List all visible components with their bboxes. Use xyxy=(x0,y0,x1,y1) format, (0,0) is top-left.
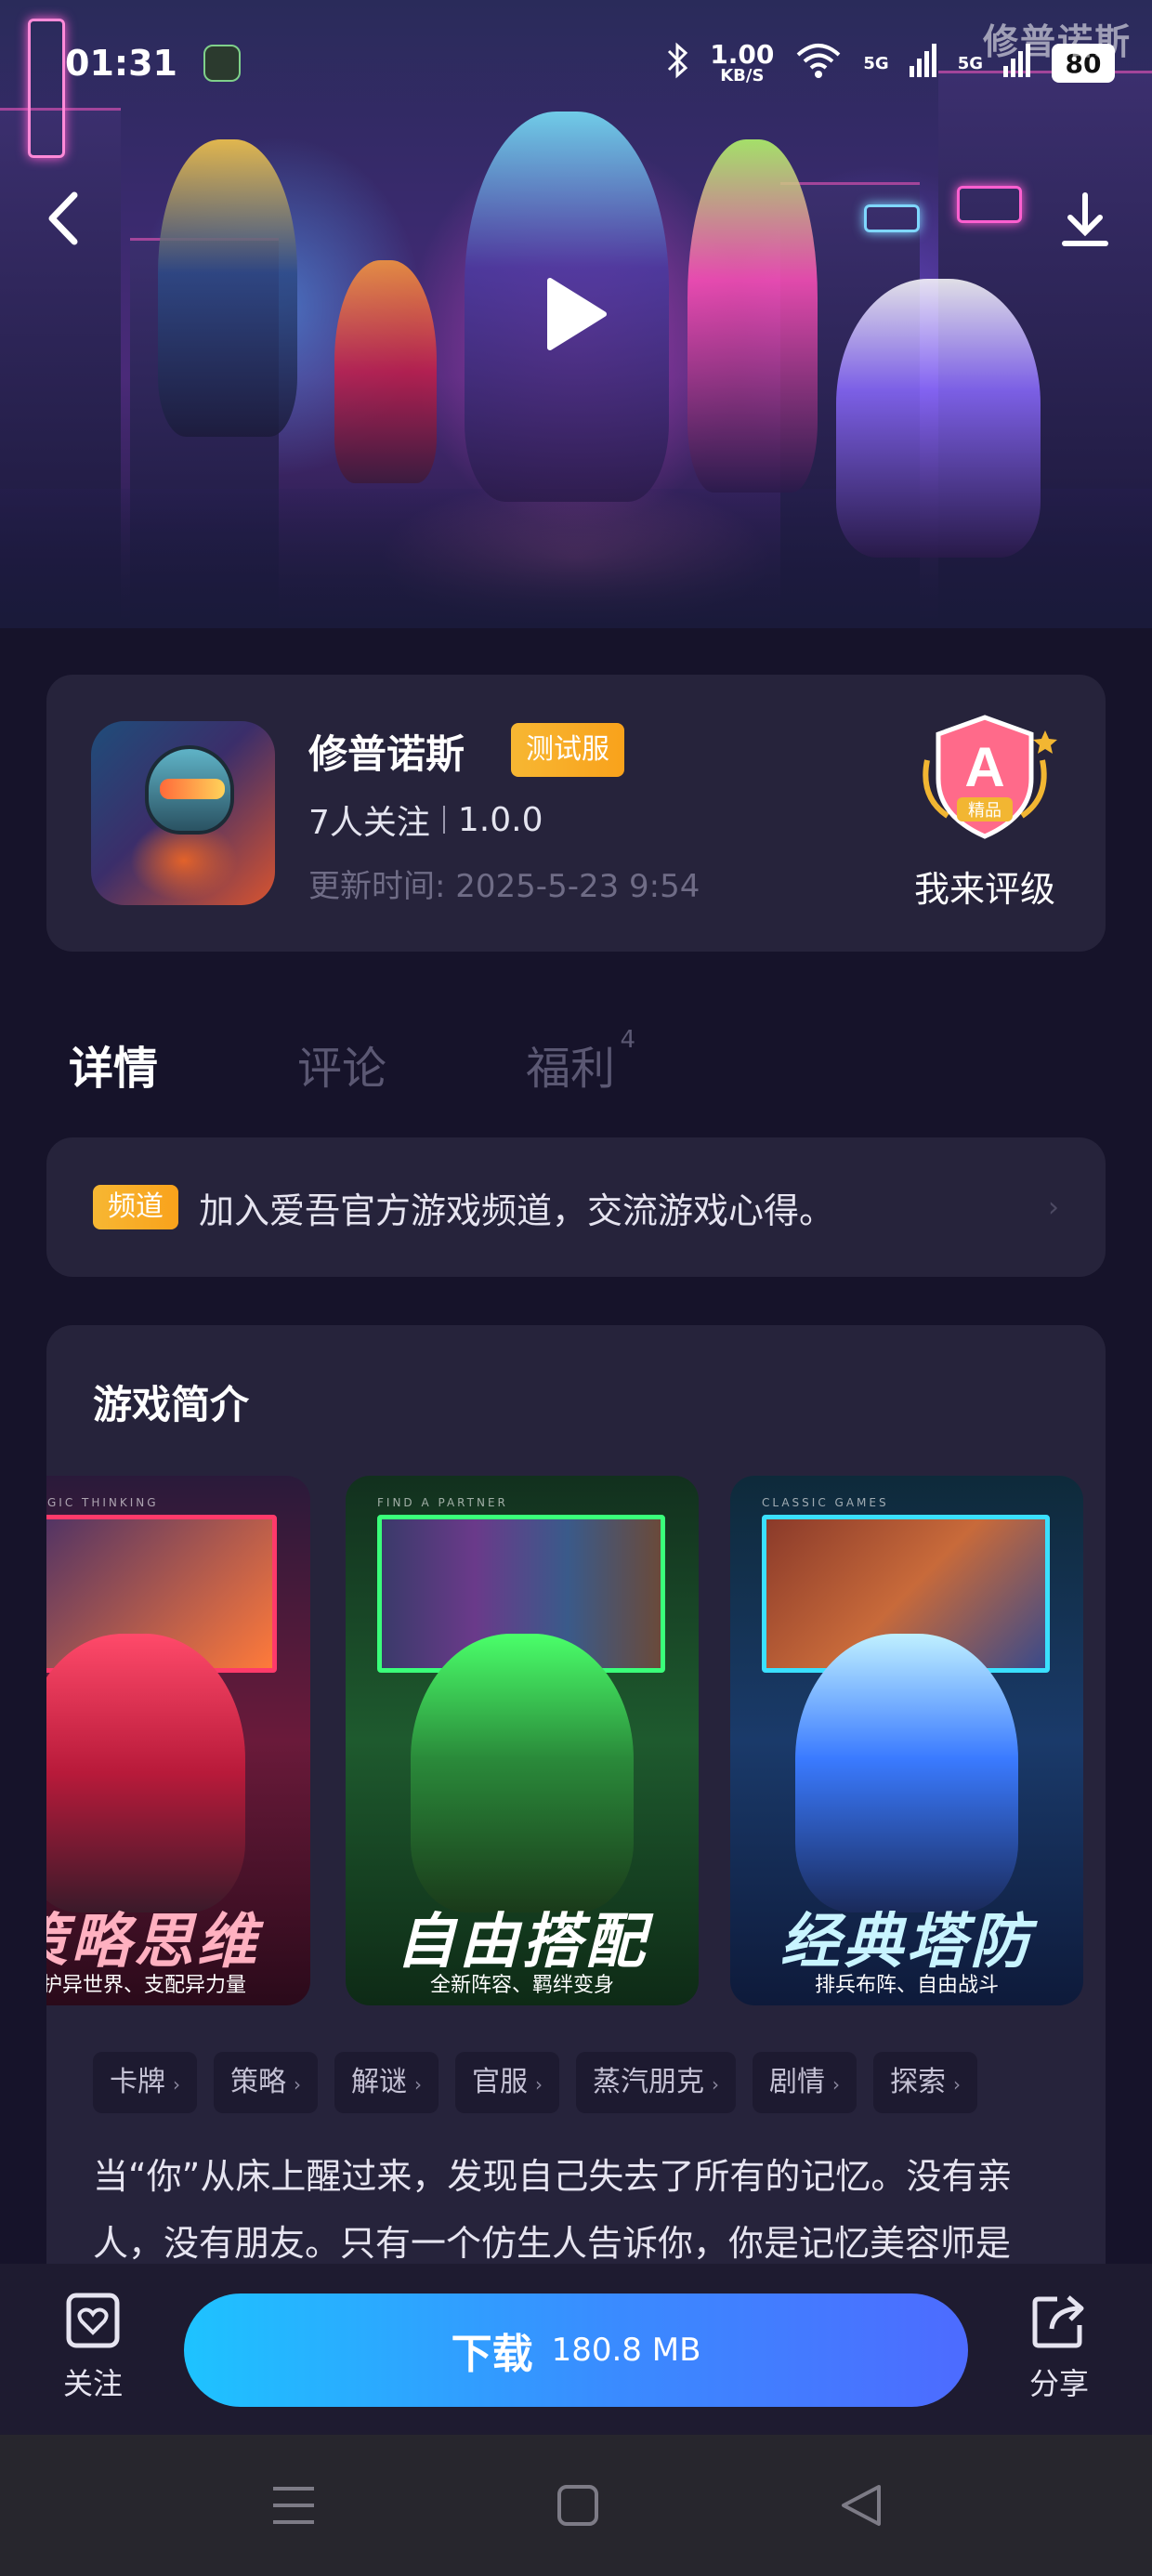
system-nav-bar xyxy=(0,2435,1152,2576)
heart-box-icon xyxy=(65,2293,121,2353)
back-arrow-icon[interactable] xyxy=(41,186,87,251)
rating-sub: 精品 xyxy=(968,801,1001,821)
signal-bars-icon xyxy=(909,44,937,83)
hero-video-banner[interactable]: 01:31 1.00 KB/S 5G 5G 80 修普诺斯 xyxy=(0,0,1152,628)
share-label: 分享 xyxy=(1028,2366,1089,2401)
share-icon xyxy=(1029,2295,1089,2353)
download-icon[interactable] xyxy=(1057,190,1113,251)
tag-chip[interactable]: 解谜 › xyxy=(334,2052,439,2113)
screenshot[interactable]: CLASSIC GAMES 经典塔防 排兵布阵、自由战斗 xyxy=(730,1476,1083,2005)
hero-character xyxy=(687,139,818,493)
status-time: 01:31 xyxy=(65,43,177,84)
tab-benefits[interactable]: 福利 4 xyxy=(526,1026,635,1097)
app-version: 1.0.0 xyxy=(457,800,543,839)
tab-comments[interactable]: 评论 xyxy=(297,1032,386,1097)
hero-character xyxy=(836,279,1041,558)
tag-chip[interactable]: 蒸汽朋克 › xyxy=(576,2052,736,2113)
follow-label: 关注 xyxy=(62,2366,123,2401)
beta-badge: 测试服 xyxy=(511,723,624,777)
detail-tabs: 详情 评论 福利 4 xyxy=(69,1026,754,1097)
net-speed: 1.00 KB/S xyxy=(710,38,775,86)
screenshot-carousel[interactable]: STRATEGIC THINKING 策略思维 守护异世界、支配异力量 FIND… xyxy=(46,1476,1106,2005)
tag-chip[interactable]: 卡牌 › xyxy=(93,2052,197,2113)
channel-tag: 频道 xyxy=(93,1185,178,1229)
signal-5g-2: 5G xyxy=(957,53,983,73)
tag-list: 卡牌 › 策略 › 解谜 › 官服 › 蒸汽朋克 › 剧情 › 探索 › xyxy=(93,2052,977,2113)
watermark: 修普诺斯 xyxy=(982,21,1132,62)
screenshot-subcaption: 排兵布阵、自由战斗 xyxy=(814,1974,999,1997)
download-button[interactable]: 下载 180.8 MB xyxy=(184,2293,968,2407)
chevron-right-icon: › xyxy=(1048,1191,1059,1224)
rate-button[interactable]: 我来评级 xyxy=(892,861,1078,912)
wifi-icon xyxy=(794,42,843,85)
neon-sign xyxy=(28,19,65,158)
update-time: 更新时间: 2025-5-23 9:54 xyxy=(308,868,700,905)
follower-count: 7人关注 xyxy=(308,804,430,842)
rating-shield-icon[interactable]: A 精品 xyxy=(910,714,1059,844)
screenshot[interactable]: STRATEGIC THINKING 策略思维 守护异世界、支配异力量 xyxy=(46,1476,310,2005)
status-bar: 01:31 1.00 KB/S 5G 5G 80 xyxy=(65,37,1115,89)
neon-sign xyxy=(957,186,1022,223)
channel-text: 加入爱吾官方游戏频道，交流游戏心得。 xyxy=(199,1189,835,1231)
tag-chip[interactable]: 策略 › xyxy=(214,2052,318,2113)
screenshot-caption: 策略思维 xyxy=(46,1908,260,1977)
download-label: 下载 xyxy=(451,2331,533,2378)
download-size: 180.8 MB xyxy=(551,2332,701,2369)
app-info-card: 修普诺斯 测试服 7人关注 1.0.0 更新时间: 2025-5-23 9:54… xyxy=(46,675,1106,952)
tag-chip[interactable]: 剧情 › xyxy=(753,2052,857,2113)
hero-character xyxy=(334,260,437,483)
app-icon xyxy=(91,721,275,905)
app-name: 修普诺斯 xyxy=(308,731,465,777)
rating-grade: A xyxy=(964,736,1004,798)
screenshot[interactable]: FIND A PARTNER 自由搭配 全新阵容、羁绊变身 xyxy=(346,1476,699,2005)
channel-banner[interactable]: 频道 加入爱吾官方游戏频道，交流游戏心得。 › xyxy=(46,1137,1106,1277)
screenshot-subcaption: 守护异世界、支配异力量 xyxy=(46,1974,246,1997)
share-button[interactable]: 分享 xyxy=(1020,2292,1098,2403)
tag-chip[interactable]: 探索 › xyxy=(873,2052,977,2113)
menu-icon[interactable] xyxy=(266,2479,321,2531)
hero-character xyxy=(158,139,297,437)
bluetooth-icon xyxy=(665,42,689,85)
screenshot-caption: 自由搭配 xyxy=(396,1908,648,1977)
intro-title: 游戏简介 xyxy=(93,1382,250,1427)
play-icon[interactable] xyxy=(543,275,609,353)
home-icon[interactable] xyxy=(550,2479,606,2531)
screenshot-subcaption: 全新阵容、羁绊变身 xyxy=(429,1974,614,1997)
screenshot-caption: 经典塔防 xyxy=(780,1908,1033,1977)
bottom-action-bar: 关注 下载 180.8 MB 分享 xyxy=(0,2264,1152,2435)
game-description: 当“你”从床上醒过来，发现自己失去了所有的记忆。没有亲 人，没有朋友。只有一个仿… xyxy=(93,2156,1013,2264)
follow-button[interactable]: 关注 xyxy=(56,2292,130,2403)
back-triangle-icon[interactable] xyxy=(834,2479,890,2531)
tag-chip[interactable]: 官服 › xyxy=(455,2052,559,2113)
benefits-count: 4 xyxy=(620,1026,636,1054)
app-meta: 7人关注 1.0.0 xyxy=(308,795,543,844)
signal-5g-1: 5G xyxy=(863,53,889,73)
tab-details[interactable]: 详情 xyxy=(69,1032,158,1097)
neon-sign xyxy=(864,204,920,232)
shield-icon xyxy=(203,45,241,82)
